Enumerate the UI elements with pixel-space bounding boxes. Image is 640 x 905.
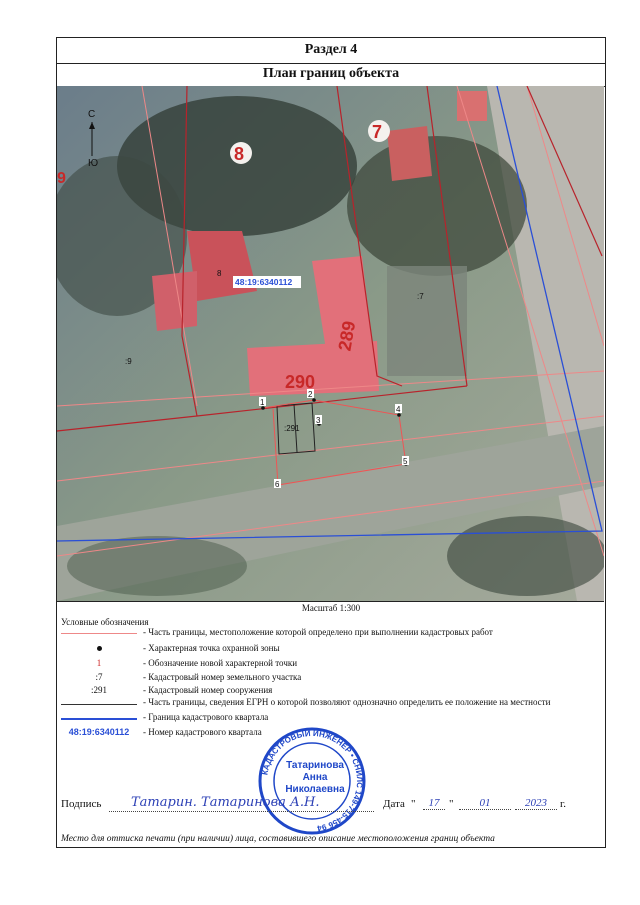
handwritten-signature: Татарин. Татаринова А.Н. [131, 795, 320, 810]
house-number-8: 8 [234, 144, 244, 164]
document-sheet: Раздел 4 План границ объекта 1 2 3 4 5 6… [56, 37, 606, 848]
parcel-label-7: :7 [417, 292, 424, 301]
legend-item: - Характерная точка охранной зоны [57, 643, 597, 655]
compass-south: Ю [88, 158, 98, 169]
point-1-label: 1 [260, 398, 265, 407]
signature-line [109, 811, 374, 812]
signature-row: Подпись Татарин. Татаринова А.Н. Дата " … [61, 795, 567, 812]
plan-title: План границ объекта [57, 63, 605, 87]
tree-mass [447, 516, 604, 596]
house-number-9: 9 [57, 170, 66, 187]
building-label-290: 290 [285, 372, 315, 392]
point-6-label: 6 [275, 480, 280, 489]
legend-pink-line-symbol [61, 627, 137, 639]
legend-item: - Часть границы, сведения ЕГРН о которой… [57, 697, 597, 709]
house-number-7: 7 [372, 122, 382, 142]
legend-item: :7 - Кадастровый номер земельного участк… [57, 672, 597, 684]
stamp-surname: Татаринова [286, 760, 344, 771]
stamp-place-note: Место для оттиска печати (при наличии) л… [61, 834, 495, 844]
date-day: 17 [423, 797, 445, 810]
date-year-suffix: г. [560, 798, 567, 810]
legend-item: 1 - Обозначение новой характерной точки [57, 658, 597, 670]
stamp-patronymic: Николаевна [285, 784, 345, 795]
legend-item: - Граница кадастрового квартала [57, 712, 597, 724]
map-scale: Масштаб 1:300 [301, 603, 361, 613]
compass-north: С [88, 109, 95, 120]
section-header: Раздел 4 [57, 38, 605, 64]
date-month: 01 [459, 797, 511, 810]
legend-blue-line-symbol [61, 712, 137, 724]
legend-item: :291 - Кадастровый номер сооружения [57, 685, 597, 697]
legend-point-number-symbol: 1 [96, 658, 102, 668]
point-4-label: 4 [396, 405, 401, 414]
legend-structure-number-symbol: :291 [90, 685, 107, 695]
legend-dark-line-symbol [61, 697, 137, 709]
date-year: 2023 [515, 797, 557, 810]
parcel-label-8: 8 [217, 269, 222, 278]
roof [152, 271, 197, 331]
quarter-number-label: 48:19:6340112 [235, 277, 292, 287]
roof [387, 126, 432, 181]
signature-label: Подпись [61, 798, 102, 810]
legend-item: - Часть границы, местоположение которой … [57, 627, 597, 639]
engineer-stamp: КАДАСТРОВЫЙ ИНЖЕНЕР • СНИЛС 149-715-456 … [258, 727, 366, 835]
structure-label-291: :291 [284, 424, 300, 433]
tree-mass [67, 536, 247, 596]
legend-title: Условные обозначения [61, 617, 149, 627]
roof [457, 91, 487, 121]
legend-dot-symbol [61, 643, 137, 655]
stamp-name: Анна [303, 772, 328, 783]
point-3-label: 3 [316, 416, 321, 425]
yard [387, 266, 467, 376]
date-label: Дата [383, 798, 405, 810]
boundary-map: 1 2 3 4 5 6 8 7 9 289 290:7:9 8:291 4… [57, 86, 604, 602]
point-5-label: 5 [403, 457, 408, 466]
legend-quarter-number-symbol: 48:19:6340112 [68, 727, 130, 737]
legend-parcel-number-symbol: :7 [95, 672, 103, 682]
parcel-label-9: :9 [125, 357, 132, 366]
